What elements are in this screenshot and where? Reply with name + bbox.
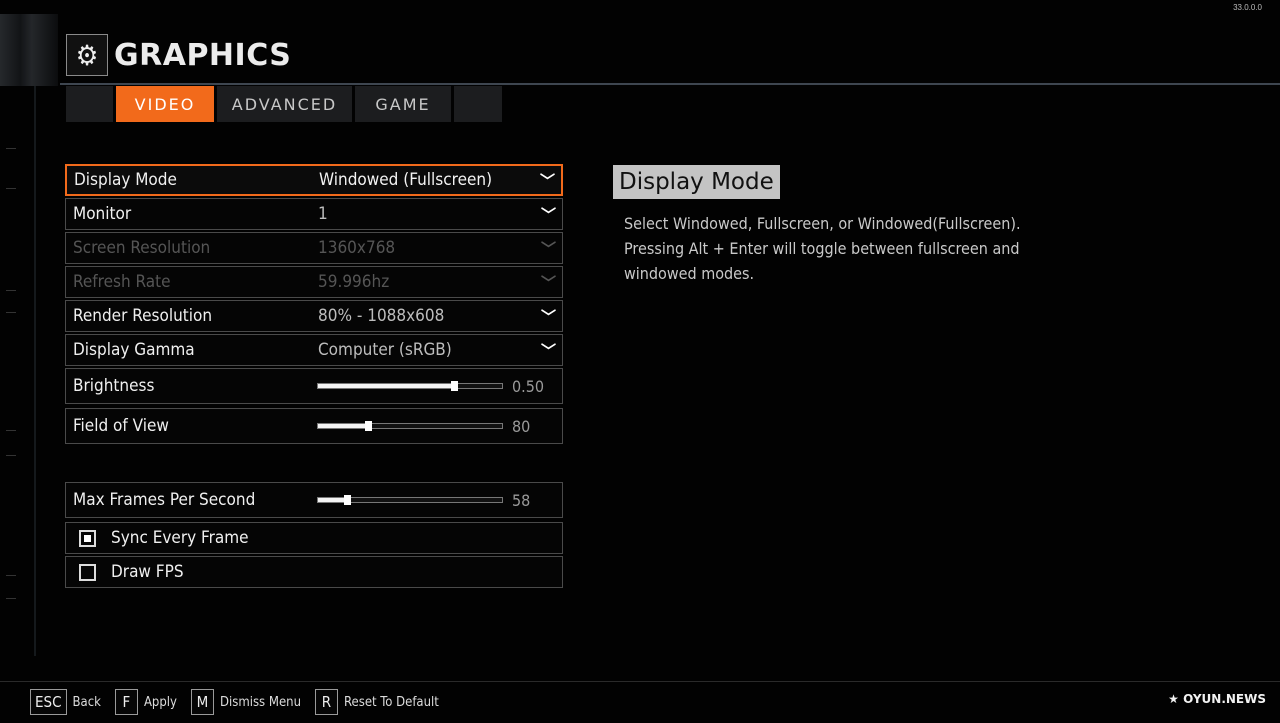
setting-label: Max Frames Per Second xyxy=(73,490,256,510)
setting-label: Display Gamma xyxy=(73,340,195,360)
slider-value: 80 xyxy=(512,416,531,436)
setting-label: Field of View xyxy=(73,416,169,436)
brightness-slider[interactable] xyxy=(317,381,503,391)
key-f: F xyxy=(114,689,138,715)
footer-divider xyxy=(0,681,1280,682)
checkbox[interactable] xyxy=(79,564,96,581)
chevron-down-icon[interactable]: ﹀ xyxy=(540,170,555,191)
tab-video[interactable]: VIDEO xyxy=(116,86,214,122)
header-divider xyxy=(60,83,1280,85)
setting-draw-fps[interactable]: Draw FPS xyxy=(65,556,563,588)
chevron-down-icon[interactable]: ﹀ xyxy=(541,204,556,225)
key-esc: ESC xyxy=(30,689,67,715)
setting-max-fps[interactable]: Max Frames Per Second 58 xyxy=(65,482,563,518)
tab-prev-stub xyxy=(66,86,113,122)
key-r: R xyxy=(314,689,338,715)
gears-icon: ⚙ xyxy=(66,34,108,76)
setting-render-resolution[interactable]: Render Resolution 80% - 1088x608 ﹀ xyxy=(65,300,563,332)
chevron-down-icon: ﹀ xyxy=(540,239,556,258)
setting-monitor[interactable]: Monitor 1 ﹀ xyxy=(65,198,563,230)
hint-label: Apply xyxy=(143,694,177,710)
slider-handle[interactable] xyxy=(451,381,459,391)
hint-label: Reset To Default xyxy=(343,694,439,710)
setting-label: Brightness xyxy=(73,376,155,396)
footer-hints: ESC Back F Apply M Dismiss Menu R Reset … xyxy=(30,689,453,715)
setting-screen-resolution: Screen Resolution 1360x768 ﹀ xyxy=(65,232,563,264)
slider-value: 0.50 xyxy=(512,376,545,396)
tab-next-stub xyxy=(454,86,502,122)
setting-field-of-view[interactable]: Field of View 80 xyxy=(65,408,563,444)
chevron-down-icon[interactable]: ﹀ xyxy=(541,340,556,361)
slider-handle[interactable] xyxy=(344,495,352,505)
version-label: 33.0.0.0 xyxy=(1233,3,1262,12)
key-m: M xyxy=(190,689,214,715)
slider-fill xyxy=(318,384,455,388)
setting-display-gamma[interactable]: Display Gamma Computer (sRGB) ﹀ xyxy=(65,334,563,366)
description-text: Select Windowed, Fullscreen, or Windowed… xyxy=(624,214,1021,283)
setting-value: 80% - 1088x608 xyxy=(318,306,445,326)
chevron-down-icon: ﹀ xyxy=(540,273,556,292)
setting-value: 1360x768 xyxy=(318,238,396,258)
fov-slider[interactable] xyxy=(317,421,503,431)
slider-fill xyxy=(318,424,368,428)
hint-label: Dismiss Menu xyxy=(219,694,301,710)
setting-refresh-rate: Refresh Rate 59.996hz ﹀ xyxy=(65,266,563,298)
setting-value: 1 xyxy=(318,204,328,224)
hint-back[interactable]: ESC Back xyxy=(30,689,101,715)
page-title: GRAPHICS xyxy=(114,37,292,73)
description-title: Display Mode xyxy=(613,165,780,199)
tab-bar: VIDEO ADVANCED GAME xyxy=(66,86,505,122)
setting-label: Draw FPS xyxy=(111,562,184,582)
max-fps-slider[interactable] xyxy=(317,495,503,505)
setting-label: Sync Every Frame xyxy=(111,528,249,548)
slider-handle[interactable] xyxy=(364,421,372,431)
setting-value: Computer (sRGB) xyxy=(318,340,452,360)
page-header: ⚙ GRAPHICS xyxy=(66,34,291,76)
hint-dismiss-menu[interactable]: M Dismiss Menu xyxy=(190,689,301,715)
hint-apply[interactable]: F Apply xyxy=(114,689,177,715)
tab-advanced[interactable]: ADVANCED xyxy=(217,86,352,122)
setting-label: Render Resolution xyxy=(73,306,213,326)
hint-reset-default[interactable]: R Reset To Default xyxy=(314,689,439,715)
setting-label: Display Mode xyxy=(74,170,177,190)
chevron-down-icon[interactable]: ﹀ xyxy=(541,306,556,327)
left-decoration xyxy=(0,0,60,680)
setting-brightness[interactable]: Brightness 0.50 xyxy=(65,368,563,404)
slider-value: 58 xyxy=(512,490,531,510)
setting-sync-every-frame[interactable]: Sync Every Frame xyxy=(65,522,563,554)
settings-list: Display Mode Windowed (Fullscreen) ﹀ Mon… xyxy=(65,164,563,590)
setting-label: Refresh Rate xyxy=(73,272,171,292)
brand-text: OYUN.NEWS xyxy=(1183,692,1266,706)
setting-label: Monitor xyxy=(73,204,132,224)
setting-value: 59.996hz xyxy=(318,272,390,292)
tab-game[interactable]: GAME xyxy=(355,86,451,122)
setting-display-mode[interactable]: Display Mode Windowed (Fullscreen) ﹀ xyxy=(65,164,563,196)
setting-label: Screen Resolution xyxy=(73,238,211,258)
hint-label: Back xyxy=(72,694,101,710)
setting-value: Windowed (Fullscreen) xyxy=(319,170,493,190)
checkbox[interactable] xyxy=(79,530,96,547)
slider-fill xyxy=(318,498,348,502)
brand-watermark: ★ OYUN.NEWS xyxy=(1168,692,1266,706)
